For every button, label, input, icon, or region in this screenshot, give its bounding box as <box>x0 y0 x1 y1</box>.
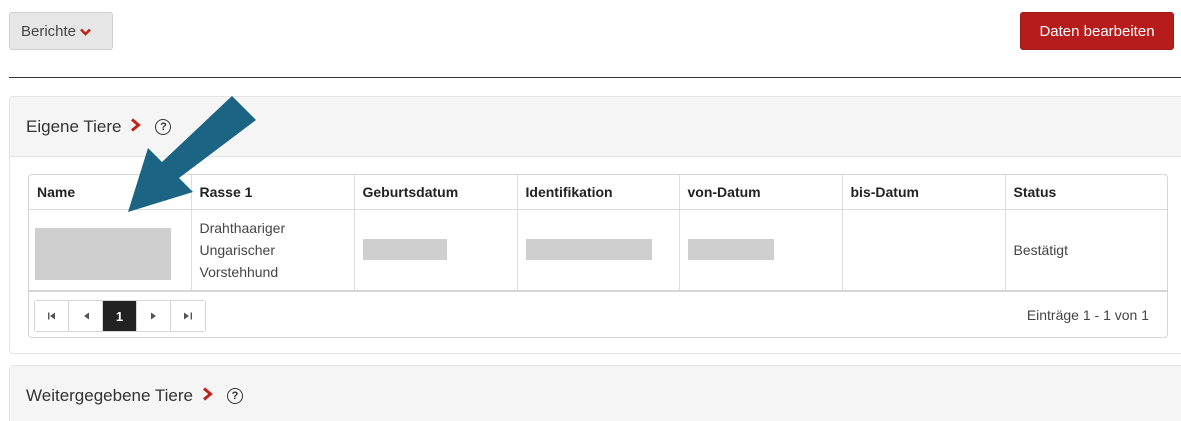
column-header-von-datum[interactable]: von-Datum <box>679 175 843 210</box>
own-animals-grid: Name Rasse 1 Geburtsdatum Identifikation… <box>28 174 1168 338</box>
transferred-animals-header[interactable]: Weitergegebene Tiere ? <box>10 366 1181 421</box>
cell-bis-datum <box>842 209 1006 290</box>
previous-page-button[interactable] <box>69 301 103 331</box>
chevron-down-icon <box>80 25 91 39</box>
top-toolbar: Berichte Daten bearbeiten <box>9 12 1181 50</box>
rasse-line: Ungarischer <box>199 241 275 258</box>
rasse-line: Vorstehhund <box>199 263 279 280</box>
divider <box>9 77 1181 78</box>
reports-dropdown-button[interactable]: Berichte <box>9 12 113 50</box>
cell-geburtsdatum <box>354 209 518 290</box>
cell-name <box>29 209 192 290</box>
column-header-identifikation[interactable]: Identifikation <box>517 175 680 210</box>
cell-identifikation <box>517 209 680 290</box>
edit-data-button[interactable]: Daten bearbeiten <box>1020 12 1174 50</box>
transferred-animals-panel: Weitergegebene Tiere ? <box>9 365 1181 421</box>
transferred-animals-title: Weitergegebene Tiere <box>26 386 193 405</box>
own-animals-header[interactable]: Eigene Tiere ? <box>10 97 1181 157</box>
column-header-name[interactable]: Name <box>29 175 192 210</box>
redacted-block <box>687 239 774 261</box>
own-animals-title: Eigene Tiere <box>26 116 122 136</box>
page-number-button[interactable]: 1 <box>103 301 137 331</box>
column-header-rasse[interactable]: Rasse 1 <box>191 175 355 210</box>
own-animals-panel: Eigene Tiere ? Name Rasse 1 Geburtsdatum… <box>9 96 1181 354</box>
chevron-right-icon <box>202 386 213 406</box>
redacted-block <box>362 239 447 261</box>
column-header-status[interactable]: Status <box>1005 175 1167 210</box>
next-page-button[interactable] <box>137 301 171 331</box>
reports-label: Berichte <box>21 22 77 40</box>
help-icon[interactable]: ? <box>226 388 243 404</box>
chevron-right-icon <box>130 117 142 137</box>
last-page-button[interactable] <box>171 301 205 331</box>
cell-von-datum <box>679 209 843 290</box>
table-header-row: Name Rasse 1 Geburtsdatum Identifikation… <box>29 175 1167 210</box>
cell-rasse: Drahthaariger Ungarischer Vorstehhund <box>191 209 355 290</box>
cell-status: Bestätigt <box>1013 241 1068 258</box>
pager-info: Einträge 1 - 1 von 1 <box>1026 307 1149 323</box>
column-header-bis-datum[interactable]: bis-Datum <box>842 175 1006 210</box>
column-header-geburtsdatum[interactable]: Geburtsdatum <box>354 175 518 210</box>
rasse-line: Drahthaariger <box>199 219 286 236</box>
help-icon[interactable]: ? <box>155 118 172 135</box>
first-page-button[interactable] <box>35 301 69 331</box>
table-row[interactable]: Drahthaariger Ungarischer Vorstehhund Be… <box>29 209 1167 290</box>
pager: 1 Einträge 1 - 1 von 1 <box>29 290 1167 337</box>
pager-buttons: 1 <box>34 300 206 332</box>
redacted-block <box>35 227 171 280</box>
redacted-block <box>525 239 652 261</box>
